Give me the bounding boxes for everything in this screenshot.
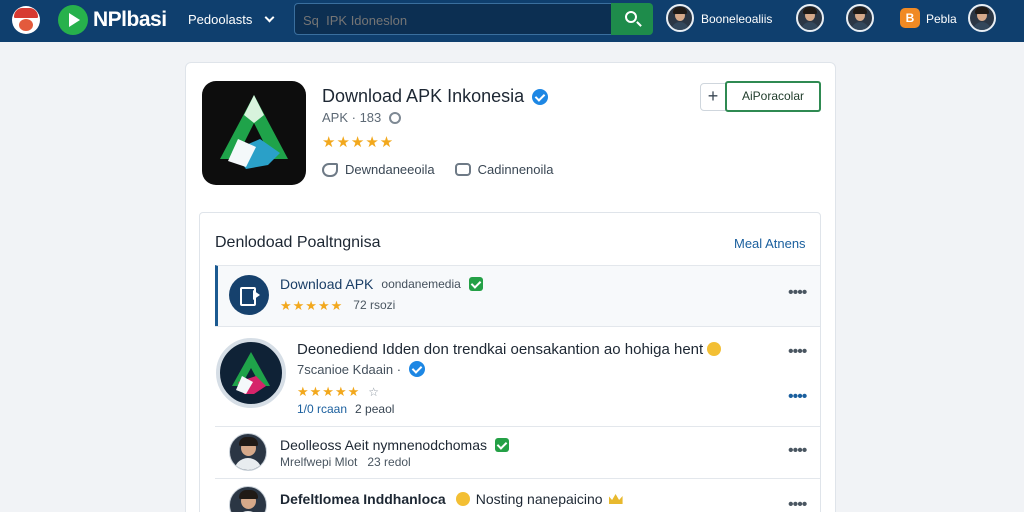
- share-action[interactable]: Dewndaneeoila: [322, 162, 435, 177]
- list-item-title: Deonediend Idden don trendkai oensakanti…: [297, 341, 722, 358]
- list-item-author: Mrelfwepi Mlot: [280, 455, 358, 469]
- more-options-icon[interactable]: ••••: [788, 343, 807, 361]
- avatar[interactable]: [846, 4, 874, 32]
- rating-stars: ★★★★★: [280, 298, 344, 313]
- list-item-extra: Nosting nanepaicino: [475, 491, 603, 507]
- rating-stars: ★★★★★: [297, 384, 361, 399]
- globe-icon: [389, 111, 402, 124]
- more-options-icon[interactable]: ••••: [788, 388, 807, 406]
- list-item-meta: 1/0 rcaan 2 peaol: [297, 402, 394, 416]
- list-item-period: 23 redol: [367, 455, 411, 469]
- chevron-down-icon: [264, 12, 275, 23]
- list-item-title-text: Deonediend Idden don trendkai oensakanti…: [297, 341, 704, 358]
- add-button[interactable]: +: [700, 83, 726, 111]
- nav-dropdown-label: Pedoolasts: [188, 12, 253, 27]
- app-logo-icon: [202, 81, 306, 185]
- user-name-secondary[interactable]: Pebla: [926, 12, 957, 26]
- more-options-icon[interactable]: ••••: [788, 496, 807, 512]
- search-input[interactable]: [303, 9, 603, 31]
- list-item-count: 72 rsozi: [353, 298, 396, 312]
- list-item[interactable]: [215, 265, 820, 326]
- search-icon: [625, 11, 637, 23]
- list-item-title: Defeltlomea Inddhanloca Nosting nanepaic…: [280, 491, 623, 507]
- list-item-downloads: 1/0 rcaan: [297, 402, 348, 416]
- app-subtitle: APK · 183: [322, 110, 402, 125]
- top-navigation-bar: NPlbasi Pedoolasts Booneleoaliis B Pebla: [0, 0, 1024, 42]
- list-item-meta: Mrelfwepi Mlot 23 redol: [280, 455, 411, 469]
- comment-action[interactable]: Cadinnenoila: [454, 162, 554, 177]
- app-actions: Dewndaneeoila Cadinnenoila: [322, 162, 554, 177]
- app-title-text: Download APK Inkonesia: [322, 86, 525, 106]
- profile-avatar[interactable]: [968, 4, 996, 32]
- share-action-label: Dewndaneeoila: [345, 162, 435, 177]
- list-item-meta: ★★★★★ 72 rsozi: [280, 298, 395, 314]
- more-options-icon[interactable]: ••••: [788, 442, 807, 460]
- crown-icon: [608, 494, 623, 504]
- emoji-icon: [455, 492, 470, 506]
- avatar[interactable]: [796, 4, 824, 32]
- verified-check-icon: [468, 277, 483, 291]
- list-item-title-text: Deolleoss Aeit nymnenodchomas: [280, 437, 488, 453]
- list-item-period: 2 peaol: [355, 402, 395, 416]
- list-item-author-text: 7scanioe Kdaain ·: [297, 361, 402, 377]
- list-item-title: Download APK oondanemedia: [280, 276, 483, 292]
- download-app-icon: [229, 275, 269, 315]
- list-item-title-text: Download APK: [280, 276, 374, 292]
- app-avatar: [216, 338, 286, 408]
- verified-badge-icon: [409, 361, 426, 377]
- follow-button[interactable]: AiPoracolar: [725, 81, 821, 112]
- emoji-icon: [707, 342, 722, 356]
- more-options-icon[interactable]: ••••: [788, 284, 807, 302]
- rating-empty-star: ☆: [368, 385, 380, 399]
- app-title: Download APK Inkonesia: [322, 86, 549, 107]
- list-item-title: Deolleoss Aeit nymnenodchomas: [280, 437, 510, 453]
- avatar: [229, 433, 267, 471]
- avatar[interactable]: [666, 4, 694, 32]
- play-logo-icon[interactable]: [58, 5, 88, 35]
- list-item-rating: ★★★★★ ☆: [297, 384, 379, 400]
- brand-name[interactable]: NPlbasi: [93, 8, 167, 32]
- list-item-title-text: Defeltlomea Inddhanloca: [280, 491, 446, 507]
- search-bar: [294, 3, 653, 35]
- see-all-link[interactable]: Meal Atnens: [734, 236, 806, 251]
- app-subtitle-text: APK · 183: [322, 110, 382, 125]
- verified-badge-icon: [532, 88, 549, 105]
- search-button[interactable]: [611, 3, 653, 35]
- app-rating-stars: ★★★★★: [322, 134, 395, 151]
- nav-dropdown[interactable]: Pedoolasts: [188, 12, 275, 27]
- verified-check-icon: [495, 438, 510, 452]
- panel-title: Denlodoad Poaltngnisa: [215, 234, 381, 251]
- list-item-author: oondanemedia: [381, 277, 461, 291]
- mascot-icon[interactable]: [12, 6, 40, 34]
- user-name[interactable]: Booneleoaliis: [701, 12, 772, 26]
- list-item-author: 7scanioe Kdaain ·: [297, 361, 426, 377]
- notification-badge-icon[interactable]: B: [900, 8, 920, 28]
- comment-action-label: Cadinnenoila: [477, 162, 554, 177]
- share-icon: [322, 162, 338, 177]
- chat-icon: [454, 163, 471, 176]
